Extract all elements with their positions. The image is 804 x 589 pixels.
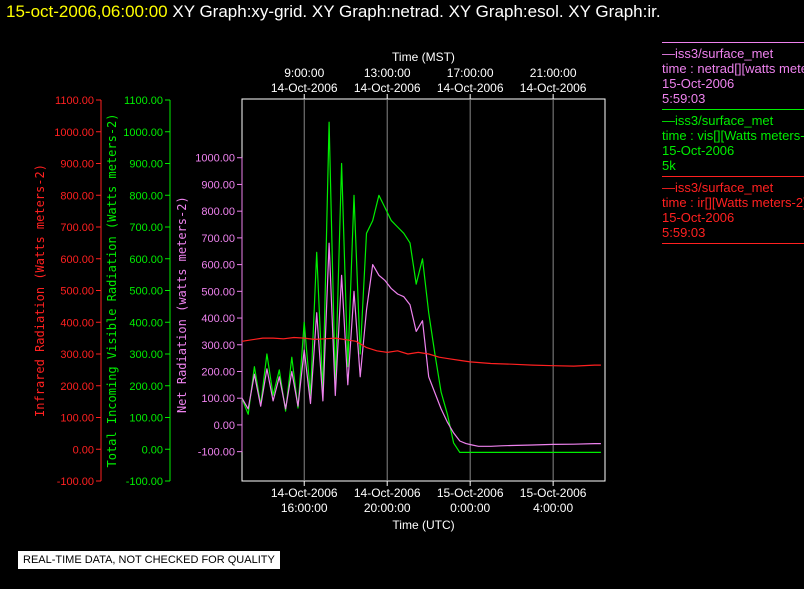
y-tick-label: 200.00 bbox=[60, 381, 94, 393]
y-tick-label: 1000.00 bbox=[123, 127, 163, 139]
legend: —iss3/surface_met time : netrad[][watts … bbox=[662, 42, 804, 247]
y-tick-label: 400.00 bbox=[60, 317, 94, 329]
y-tick-label: 100.00 bbox=[60, 413, 94, 425]
y-tick-label: 700.00 bbox=[60, 222, 94, 234]
x-tick-date: 15-Oct-2006 bbox=[520, 486, 587, 500]
legend-separator bbox=[662, 42, 804, 43]
y-tick-label: 0.00 bbox=[214, 420, 235, 432]
y-tick-label: 400.00 bbox=[129, 317, 163, 329]
y-tick-label: 800.00 bbox=[201, 206, 235, 218]
y-tick-label: 200.00 bbox=[129, 381, 163, 393]
y-axis-label: Net Radiation (watts meters-2) bbox=[175, 196, 189, 413]
legend-date: 15-Oct-2006 bbox=[662, 76, 735, 91]
y-tick-label: 500.00 bbox=[201, 286, 235, 298]
y-tick-label: 1000.00 bbox=[54, 127, 94, 139]
y-tick-label: 0.00 bbox=[73, 444, 94, 456]
y-tick-label: 100.00 bbox=[129, 413, 163, 425]
y-tick-label: 600.00 bbox=[201, 260, 235, 272]
x-top-tick-date: 14-Oct-2006 bbox=[271, 81, 338, 95]
y-tick-label: 800.00 bbox=[60, 190, 94, 202]
y-tick-label: 100.00 bbox=[201, 393, 235, 405]
x-tick-time: 16:00:00 bbox=[281, 501, 328, 515]
y-tick-label: 700.00 bbox=[129, 222, 163, 234]
x-top-axis-title: Time (MST) bbox=[392, 50, 455, 64]
y-tick-label: 400.00 bbox=[201, 313, 235, 325]
x-top-tick-date: 14-Oct-2006 bbox=[354, 81, 421, 95]
plot-frame bbox=[241, 98, 606, 482]
x-tick-time: 20:00:00 bbox=[364, 501, 411, 515]
y-tick-label: 0.00 bbox=[142, 444, 163, 456]
series-vis-line bbox=[241, 121, 601, 453]
y-tick-label: 1000.00 bbox=[195, 153, 235, 165]
legend-date: 15-Oct-2006 bbox=[662, 143, 735, 158]
legend-value: 5:59:03 bbox=[662, 225, 706, 240]
y-tick-label: 500.00 bbox=[60, 286, 94, 298]
legend-entry-net: —iss3/surface_met time : netrad[][watts … bbox=[662, 42, 804, 106]
y-tick-label: 300.00 bbox=[201, 340, 235, 352]
y-axis-label: Infrared Radiation (Watts meters-2) bbox=[33, 164, 47, 417]
x-top-tick-time: 13:00:00 bbox=[364, 66, 411, 80]
legend-field: time : netrad[][watts meters-2] bbox=[662, 61, 804, 76]
y-axis-label: Total Incoming Visible Radiation (Watts … bbox=[105, 113, 119, 467]
y-tick-label: 900.00 bbox=[60, 159, 94, 171]
y-tick-label: 1100.00 bbox=[55, 95, 94, 107]
legend-separator bbox=[662, 176, 804, 177]
x-top-tick-date: 14-Oct-2006 bbox=[520, 81, 587, 95]
legend-date: 15-Oct-2006 bbox=[662, 210, 735, 225]
y-tick-label: -100.00 bbox=[57, 476, 94, 488]
x-tick-date: 14-Oct-2006 bbox=[271, 486, 338, 500]
legend-separator bbox=[662, 243, 804, 244]
y-tick-label: 1100.00 bbox=[124, 95, 163, 107]
y-tick-label: -100.00 bbox=[126, 476, 163, 488]
legend-separator bbox=[662, 109, 804, 110]
y-tick-label: 800.00 bbox=[129, 190, 163, 202]
legend-field: time : vis[][Watts meters-2] bbox=[662, 128, 804, 143]
x-top-tick-date: 14-Oct-2006 bbox=[437, 81, 504, 95]
y-tick-label: 900.00 bbox=[201, 179, 235, 191]
legend-entry-vis: —iss3/surface_met time : vis[][Watts met… bbox=[662, 109, 804, 173]
quality-notice: REAL-TIME DATA, NOT CHECKED FOR QUALITY bbox=[18, 551, 280, 569]
y-tick-label: 200.00 bbox=[201, 366, 235, 378]
x-tick-time: 4:00:00 bbox=[533, 501, 573, 515]
x-top-tick-time: 9:00:00 bbox=[284, 66, 324, 80]
x-tick-date: 14-Oct-2006 bbox=[354, 486, 421, 500]
legend-value: 5:59:03 bbox=[662, 91, 706, 106]
x-tick-time: 0:00:00 bbox=[450, 501, 490, 515]
y-tick-label: 600.00 bbox=[60, 254, 94, 266]
y-tick-label: 700.00 bbox=[201, 233, 235, 245]
legend-source: —iss3/surface_met bbox=[662, 46, 774, 61]
x-tick-date: 15-Oct-2006 bbox=[437, 486, 504, 500]
y-tick-label: -100.00 bbox=[198, 447, 235, 459]
y-tick-label: 900.00 bbox=[129, 159, 163, 171]
series-ir-line bbox=[241, 336, 601, 367]
y-tick-label: 600.00 bbox=[129, 254, 163, 266]
y-tick-label: 300.00 bbox=[60, 349, 94, 361]
legend-value: 5k bbox=[662, 158, 676, 173]
x-axis-title: Time (UTC) bbox=[392, 518, 454, 532]
y-tick-label: 300.00 bbox=[129, 349, 163, 361]
legend-entry-ir: —iss3/surface_met time : ir[][Watts mete… bbox=[662, 176, 804, 244]
x-top-tick-time: 21:00:00 bbox=[530, 66, 577, 80]
legend-field: time : ir[][Watts meters-2] bbox=[662, 195, 804, 210]
y-tick-label: 500.00 bbox=[129, 286, 163, 298]
x-top-tick-time: 17:00:00 bbox=[447, 66, 494, 80]
legend-source: —iss3/surface_met bbox=[662, 113, 774, 128]
series-net-line bbox=[241, 242, 601, 447]
legend-source: —iss3/surface_met bbox=[662, 180, 774, 195]
